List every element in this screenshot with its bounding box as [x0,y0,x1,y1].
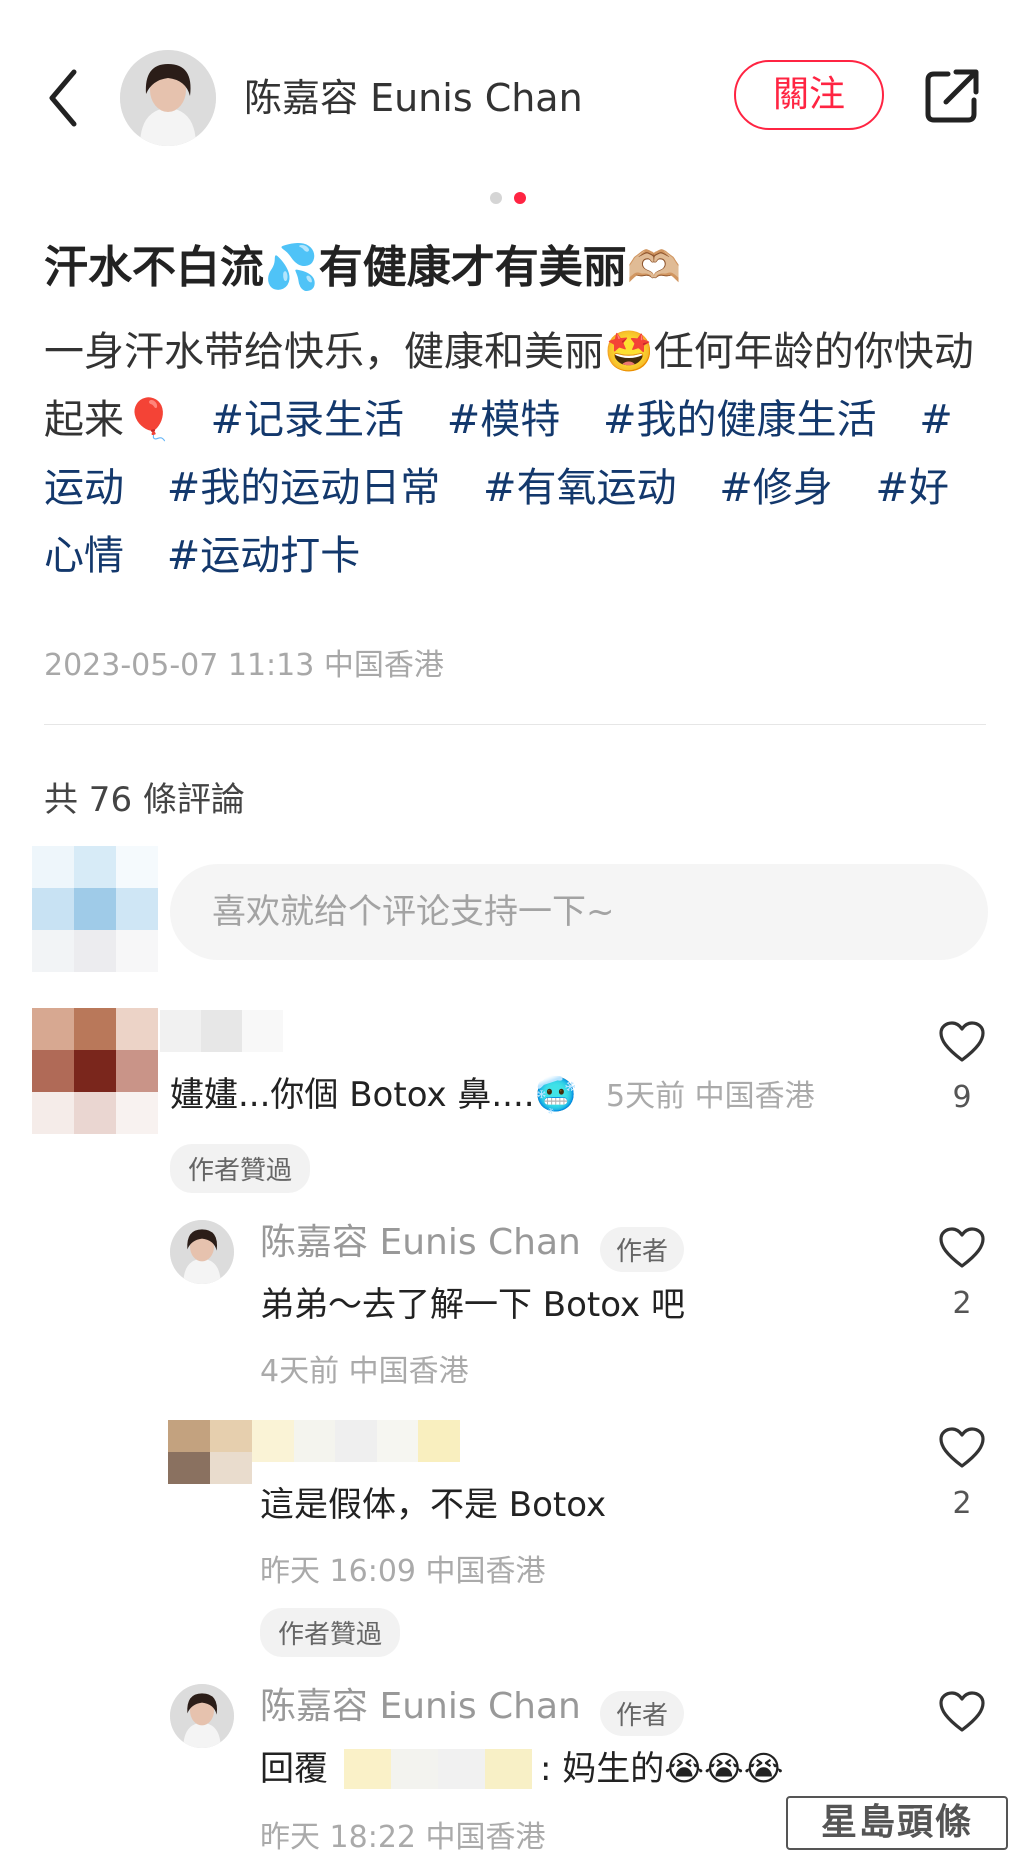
comment-header: 陈嘉容 Eunis Chan 作者 [260,1218,684,1272]
comment-meta: 5天前 中国香港 [606,1079,815,1114]
like-count: 2 [952,1286,972,1321]
divider [44,724,986,725]
hashtag[interactable]: #修身 [719,465,833,511]
author-badge: 作者 [599,1691,684,1736]
commenter-name[interactable]: 陈嘉容 Eunis Chan [260,1222,581,1263]
commenter-name-pixelated [252,1420,460,1462]
comment-meta: 昨天 18:22 中国香港 [260,1820,546,1855]
author-avatar-small[interactable] [170,1220,234,1284]
heart-icon[interactable] [938,1426,986,1470]
image-page-indicator [490,192,530,204]
comment-text: 嫿嫿...你個 Botox 鼻....🥶 [170,1075,577,1115]
comment-input[interactable] [170,864,988,960]
comment-meta: 4天前 中国香港 [260,1354,469,1389]
commenter-avatar-pixelated[interactable] [168,1420,252,1484]
hashtag[interactable]: #我的健康生活 [603,397,877,443]
hashtag[interactable]: #记录生活 [211,397,405,443]
news-watermark-logo: 星島頭條 [786,1796,1008,1850]
heart-icon[interactable] [938,1690,986,1734]
post-body: 一身汗水带给快乐，健康和美丽🤩任何年龄的你快动起来🎈 #记录生活 #模特 #我的… [44,318,984,590]
my-avatar-pixelated [32,846,158,972]
comment-text: 弟弟～去了解一下 Botox 吧 [260,1285,685,1325]
commenter-name[interactable]: 陈嘉容 Eunis Chan [260,1686,581,1727]
like-count: 2 [952,1486,972,1521]
heart-icon[interactable] [938,1020,986,1064]
hashtag[interactable]: #运动打卡 [167,533,361,579]
author-avatar-small[interactable] [170,1684,234,1748]
author-liked-badge: 作者贊過 [260,1608,401,1657]
follow-button[interactable]: 關注 [734,60,884,130]
author-name[interactable]: 陈嘉容 Eunis Chan [244,70,583,126]
post-title: 汗水不白流💦有健康才有美丽🫶🏼 [44,242,682,293]
replied-user-pixelated [344,1749,532,1789]
comment-text: 這是假体，不是 Botox [260,1485,607,1525]
author-badge: 作者 [599,1227,684,1272]
heart-icon[interactable] [938,1226,986,1270]
commenter-avatar-pixelated[interactable] [32,1008,158,1134]
reply-prefix: 回覆 [260,1749,328,1789]
hashtag[interactable]: #我的运动日常 [167,465,441,511]
comment-header: 陈嘉容 Eunis Chan 作者 [260,1682,684,1736]
comment-count: 共 76 條評論 [44,780,245,820]
comment-text: : 妈生的😭😭😭 [540,1749,784,1789]
hashtag[interactable]: #模特 [447,397,561,443]
author-liked-badge: 作者贊過 [170,1144,311,1193]
post-date-location: 2023-05-07 11:13 中国香港 [44,648,444,683]
hashtag[interactable]: #有氧运动 [483,465,677,511]
like-count: 9 [952,1080,972,1115]
comment-body: 嫿嫿...你個 Botox 鼻....🥶 5天前 中国香港 [170,1070,815,1120]
comment-reply-line: 回覆 : 妈生的😭😭😭 [260,1744,783,1794]
share-icon[interactable] [924,66,980,124]
back-arrow-icon[interactable] [44,66,84,130]
author-avatar[interactable] [120,50,216,146]
comment-meta: 昨天 16:09 中国香港 [260,1554,546,1589]
commenter-name-pixelated [160,1010,284,1052]
